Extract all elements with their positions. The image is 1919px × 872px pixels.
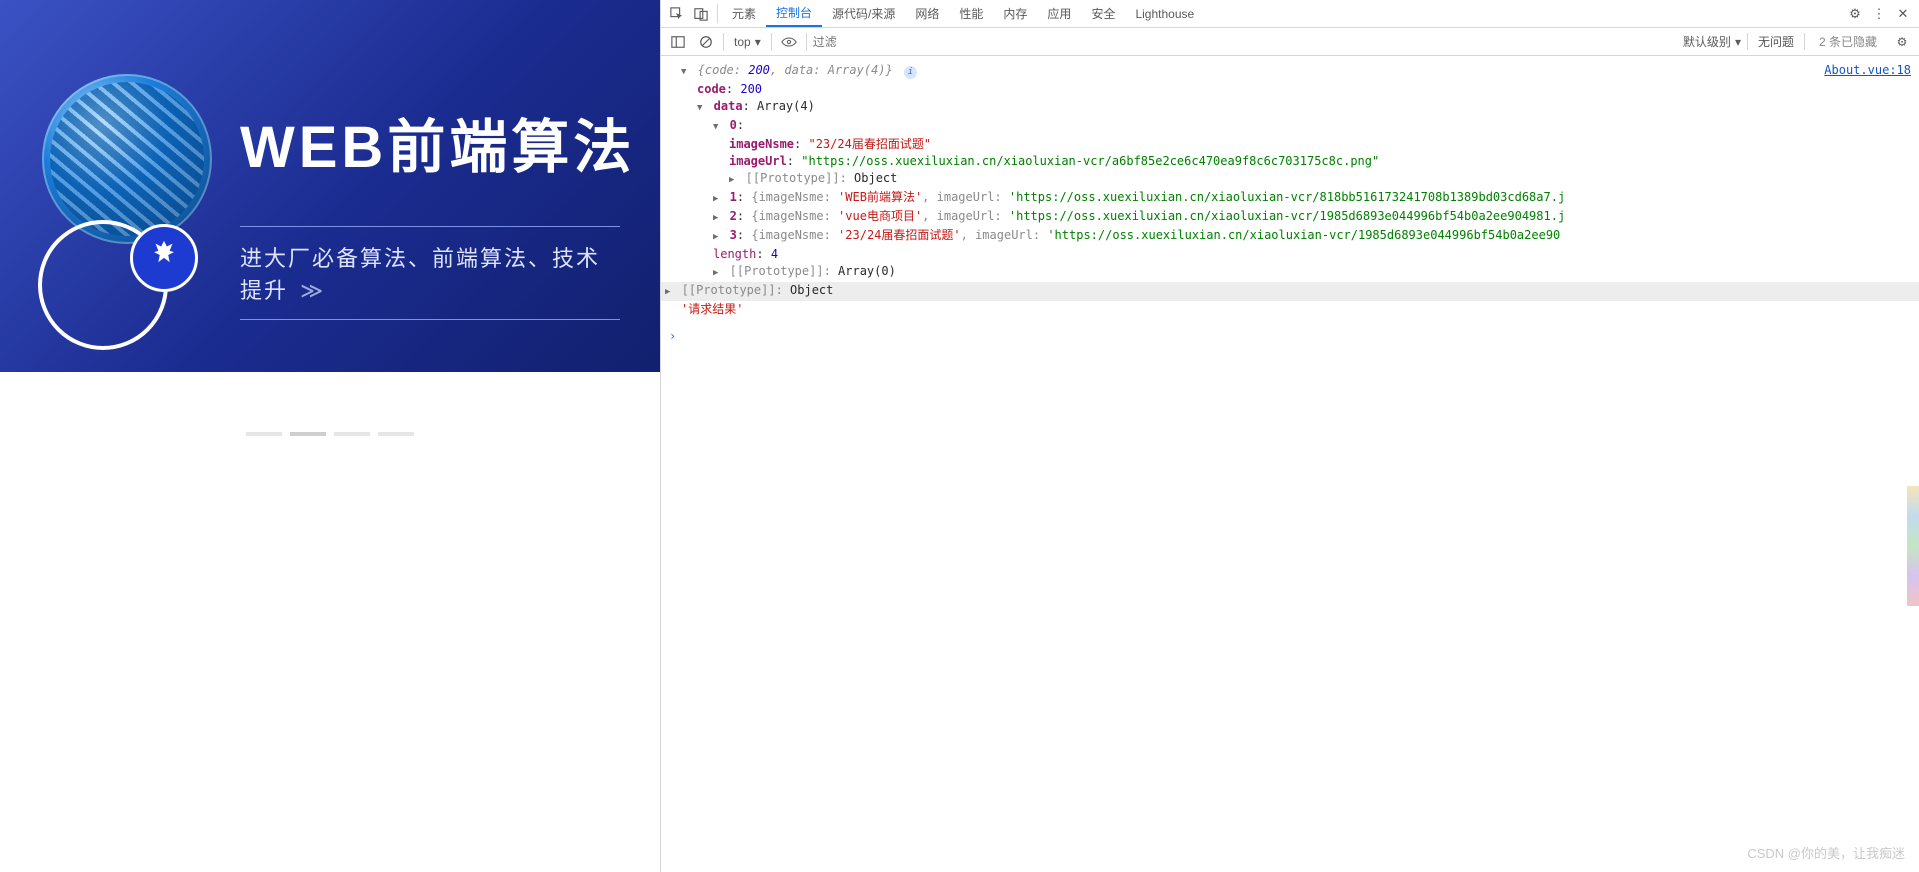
console-output: About.vue:18 {code: 200, data: Array(4)}… — [661, 56, 1919, 872]
context-selector[interactable]: top ▾ — [730, 35, 765, 49]
hidden-messages-label[interactable]: 2 条已隐藏 — [1811, 33, 1885, 50]
source-link[interactable]: About.vue:18 — [1824, 62, 1911, 79]
settings-gear-icon[interactable]: ⚙ — [1843, 0, 1867, 27]
toolbar-separator — [806, 33, 807, 51]
log-array-item-2[interactable]: 2: {imageNsme: 'vue电商项目', imageUrl: 'htt… — [665, 208, 1915, 227]
console-prompt[interactable]: › — [665, 318, 1915, 345]
tab-application[interactable]: 应用 — [1037, 0, 1081, 27]
tab-elements[interactable]: 元素 — [722, 0, 766, 27]
collapse-caret-icon[interactable] — [713, 209, 722, 223]
log-prop-data[interactable]: data: Array(4) — [665, 98, 1915, 117]
inspect-icon[interactable] — [665, 0, 689, 27]
carousel-dots — [0, 432, 660, 436]
log-prop-imagensme[interactable]: imageNsme: "23/24届春招面试题" — [665, 136, 1915, 153]
expand-caret-icon[interactable] — [681, 63, 690, 77]
log-level-label: 默认级别 — [1683, 33, 1731, 50]
prompt-chevron-icon: › — [665, 329, 676, 343]
chevron-down-icon: ▾ — [1735, 35, 1741, 49]
scroll-indicator — [1907, 486, 1919, 606]
close-devtools-icon[interactable]: ✕ — [1891, 0, 1915, 27]
watermark-text: CSDN @你的美，让我痴迷 — [1747, 845, 1905, 862]
log-prop-length[interactable]: length: 4 — [665, 246, 1915, 263]
carousel-dot-active[interactable] — [290, 432, 326, 436]
hero-subtitle-text: 进大厂必备算法、前端算法、技术提升 — [240, 246, 600, 303]
tab-memory[interactable]: 内存 — [993, 0, 1037, 27]
tab-separator — [717, 4, 718, 23]
log-trailing-string: '请求结果' — [665, 301, 1915, 318]
collapse-caret-icon[interactable] — [729, 171, 738, 185]
tab-network[interactable]: 网络 — [905, 0, 949, 27]
hero-banner: WEB前端算法 进大厂必备算法、前端算法、技术提升 ≫ — [0, 0, 660, 372]
log-object-summary[interactable]: {code: 200, data: Array(4)} i — [665, 62, 1915, 81]
sidebar-toggle-icon[interactable] — [667, 32, 689, 52]
log-array-item-1[interactable]: 1: {imageNsme: 'WEB前端算法', imageUrl: 'htt… — [665, 189, 1915, 208]
kebab-menu-icon[interactable]: ⋮ — [1867, 0, 1891, 27]
log-prop-code[interactable]: code: 200 — [665, 81, 1915, 98]
tab-sources[interactable]: 源代码/来源 — [822, 0, 905, 27]
info-badge-icon[interactable]: i — [904, 66, 917, 79]
tab-console[interactable]: 控制台 — [766, 0, 822, 27]
collapse-caret-icon[interactable] — [713, 264, 722, 278]
filter-input[interactable] — [813, 32, 1293, 52]
device-toggle-icon[interactable] — [689, 0, 713, 27]
live-expression-icon[interactable] — [778, 32, 800, 52]
hero-divider-top — [240, 226, 620, 227]
carousel-dot[interactable] — [378, 432, 414, 436]
hero-illustration-circle — [42, 74, 212, 244]
collapse-caret-icon[interactable] — [713, 190, 722, 204]
log-array-proto[interactable]: [[Prototype]]: Array(0) — [665, 263, 1915, 282]
expand-caret-icon[interactable] — [697, 99, 706, 113]
toolbar-separator — [771, 33, 772, 51]
carousel-dot[interactable] — [246, 432, 282, 436]
hero-subtitle-arrows: ≫ — [296, 278, 319, 303]
console-settings-icon[interactable]: ⚙ — [1891, 35, 1913, 49]
hero-title: WEB前端算法 — [240, 100, 635, 184]
webpage-panel: WEB前端算法 进大厂必备算法、前端算法、技术提升 ≫ — [0, 0, 660, 872]
source-link-text[interactable]: About.vue:18 — [1824, 63, 1911, 77]
hero-divider-bottom — [240, 319, 620, 320]
deer-icon — [147, 238, 181, 278]
tab-lighthouse[interactable]: Lighthouse — [1125, 0, 1204, 27]
tab-performance[interactable]: 性能 — [949, 0, 993, 27]
devtools-tabs: 元素 控制台 源代码/来源 网络 性能 内存 应用 安全 Lighthouse … — [661, 0, 1919, 28]
no-problems-label[interactable]: 无问题 — [1747, 33, 1805, 50]
carousel-dot[interactable] — [334, 432, 370, 436]
log-proto[interactable]: [[Prototype]]: Object — [665, 170, 1915, 189]
console-toolbar: top ▾ 默认级别 ▾ 无问题 2 条已隐藏 ⚙ — [661, 28, 1919, 56]
collapse-caret-icon[interactable] — [713, 228, 722, 242]
hero-subtitle: 进大厂必备算法、前端算法、技术提升 ≫ — [240, 241, 620, 305]
log-level-selector[interactable]: 默认级别 ▾ — [1683, 33, 1741, 50]
toolbar-separator — [723, 33, 724, 51]
expand-caret-icon[interactable] — [713, 118, 722, 132]
clear-console-icon[interactable] — [695, 32, 717, 52]
collapse-caret-icon[interactable] — [665, 283, 674, 297]
hero-logo-badge — [130, 224, 198, 292]
hero-subtitle-wrap: 进大厂必备算法、前端算法、技术提升 ≫ — [240, 226, 620, 320]
log-array-item-0[interactable]: 0: — [665, 117, 1915, 136]
log-object-proto[interactable]: [[Prototype]]: Object — [661, 282, 1919, 301]
log-array-item-3[interactable]: 3: {imageNsme: '23/24届春招面试题', imageUrl: … — [665, 227, 1915, 246]
chevron-down-icon: ▾ — [755, 35, 761, 49]
log-prop-imageurl[interactable]: imageUrl: "https://oss.xuexiluxian.cn/xi… — [665, 153, 1915, 170]
context-label: top — [734, 35, 751, 49]
devtools-panel: 元素 控制台 源代码/来源 网络 性能 内存 应用 安全 Lighthouse … — [660, 0, 1919, 872]
tab-security[interactable]: 安全 — [1081, 0, 1125, 27]
